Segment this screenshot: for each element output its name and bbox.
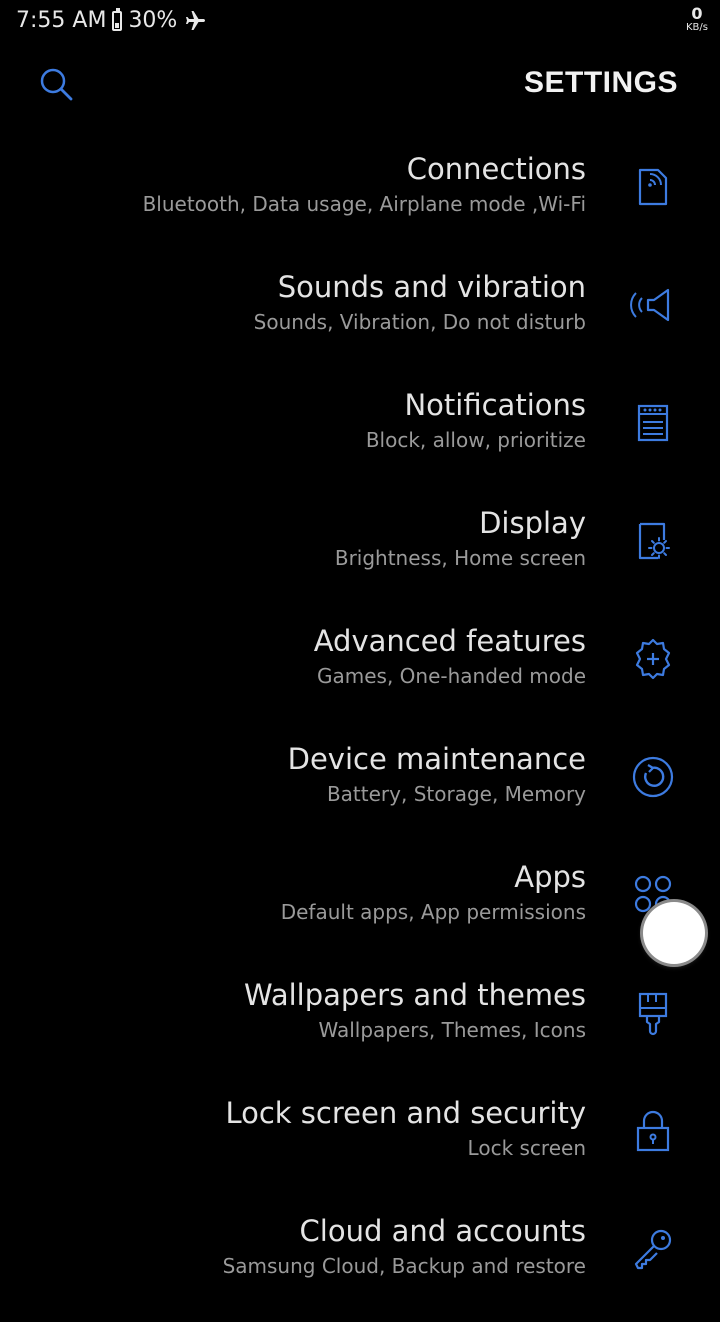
settings-item-title: Lock screen and security [225,1096,586,1130]
device-maintenance-icon [628,752,678,802]
battery-icon [112,7,123,31]
settings-item-wallpapers[interactable]: Wallpapers and themes Wallpapers, Themes… [0,968,720,1086]
settings-item-subtitle: Games, One-handed mode [317,664,586,688]
settings-item-title: Wallpapers and themes [244,978,586,1012]
settings-item-subtitle: Bluetooth, Data usage, Airplane mode ,Wi… [142,192,586,216]
battery-percent: 30% [128,8,178,33]
settings-item-title: Cloud and accounts [299,1214,586,1248]
settings-item-text: Cloud and accounts Samsung Cloud, Backup… [223,1212,586,1280]
settings-item-connections[interactable]: Connections Bluetooth, Data usage, Airpl… [0,142,720,260]
settings-item-subtitle: Samsung Cloud, Backup and restore [222,1254,586,1278]
status-left: 7:55 AM 30% [16,7,207,33]
settings-item-text: Connections Bluetooth, Data usage, Airpl… [143,150,586,218]
network-speed-value: 0 [691,4,703,23]
status-bar: 7:55 AM 30% 0 KB/s [0,0,720,44]
settings-item-title: Device maintenance [287,742,586,776]
airplane-icon [183,9,207,33]
settings-item-cloud-accounts[interactable]: Cloud and accounts Samsung Cloud, Backup… [0,1204,720,1322]
settings-item-text: Apps Default apps, App permissions [281,858,586,926]
network-speed: 0 KB/s [686,6,708,33]
page-title: SETTINGS [523,66,678,99]
settings-item-subtitle: Wallpapers, Themes, Icons [318,1018,586,1042]
settings-item-title: Connections [406,152,586,186]
settings-item-advanced-features[interactable]: Advanced features Games, One-handed mode [0,614,720,732]
settings-item-title: Advanced features [313,624,586,658]
settings-item-title: Apps [514,860,586,894]
settings-item-notifications[interactable]: Notifications Block, allow, prioritize [0,378,720,496]
settings-item-title: Display [479,506,586,540]
settings-item-text: Advanced features Games, One-handed mode [314,622,586,690]
advanced-features-icon [628,634,678,684]
settings-item-device-maintenance[interactable]: Device maintenance Battery, Storage, Mem… [0,732,720,850]
settings-item-text: Notifications Block, allow, prioritize [366,386,586,454]
settings-item-text: Lock screen and security Lock screen [225,1094,586,1162]
display-icon [628,516,678,566]
status-time: 7:55 AM [16,8,107,33]
settings-item-text: Display Brightness, Home screen [335,504,586,572]
settings-item-text: Device maintenance Battery, Storage, Mem… [288,740,586,808]
network-speed-unit: KB/s [686,22,708,33]
settings-list: Connections Bluetooth, Data usage, Airpl… [0,142,720,1322]
settings-item-apps[interactable]: Apps Default apps, App permissions [0,850,720,968]
settings-item-subtitle: Block, allow, prioritize [365,428,586,452]
settings-item-sounds[interactable]: Sounds and vibration Sounds, Vibration, … [0,260,720,378]
settings-item-title: Notifications [404,388,586,422]
settings-item-subtitle: Default apps, App permissions [280,900,586,924]
connections-icon [628,162,678,212]
settings-item-lock-screen[interactable]: Lock screen and security Lock screen [0,1086,720,1204]
settings-item-title: Sounds and vibration [277,270,586,304]
settings-item-text: Wallpapers and themes Wallpapers, Themes… [244,976,586,1044]
settings-item-subtitle: Sounds, Vibration, Do not disturb [253,310,586,334]
lock-icon [628,1106,678,1156]
settings-item-subtitle: Battery, Storage, Memory [326,782,586,806]
header: SETTINGS [0,44,720,128]
settings-item-subtitle: Brightness, Home screen [334,546,586,570]
settings-item-display[interactable]: Display Brightness, Home screen [0,496,720,614]
settings-item-text: Sounds and vibration Sounds, Vibration, … [254,268,586,336]
floating-touch-button[interactable] [643,902,705,964]
notifications-icon [628,398,678,448]
sound-icon [628,280,678,330]
settings-item-subtitle: Lock screen [467,1136,586,1160]
paintbrush-icon [628,988,678,1038]
key-icon [628,1224,678,1274]
search-icon[interactable] [38,66,74,102]
